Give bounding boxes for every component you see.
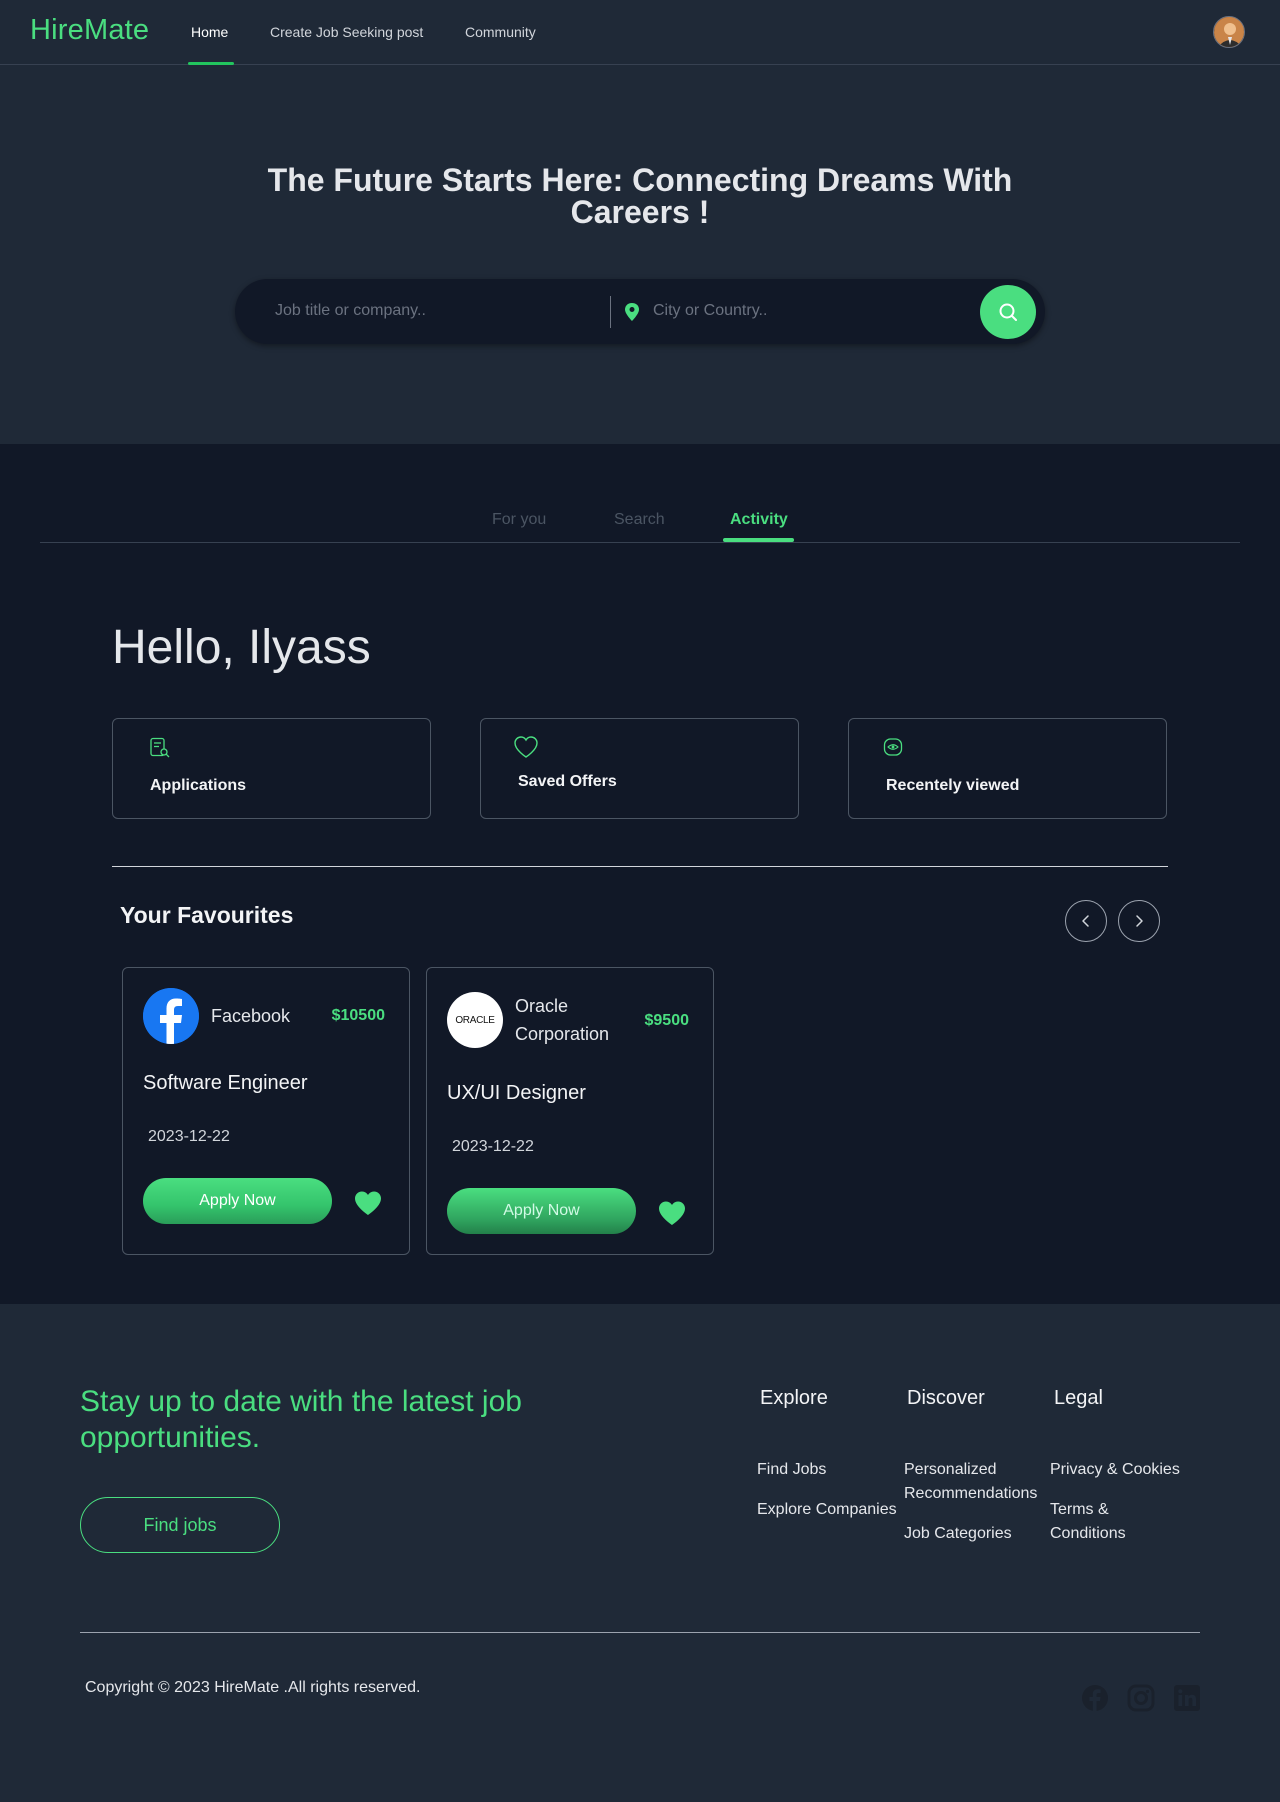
nav-link-community[interactable]: Community [465, 24, 536, 40]
applications-card[interactable]: Applications [112, 718, 431, 819]
footer: Stay up to date with the latest job oppo… [0, 1304, 1280, 1802]
eye-icon [883, 738, 903, 756]
instagram-icon[interactable] [1127, 1684, 1155, 1712]
active-tab-indicator [723, 538, 794, 542]
greeting: Hello, Ilyass [112, 621, 371, 674]
company-name: Facebook [211, 1006, 291, 1026]
tab-activity[interactable]: Activity [730, 511, 788, 529]
footer-link-find-jobs[interactable]: Find Jobs [757, 1458, 907, 1482]
carousel-prev-button[interactable] [1065, 900, 1107, 942]
document-search-icon [150, 737, 170, 758]
footer-link-recommendations[interactable]: Personalized Recommendations [904, 1458, 1049, 1506]
chevron-right-icon [1136, 915, 1143, 927]
user-avatar-icon [1214, 17, 1244, 47]
apply-now-button[interactable]: Apply Now [447, 1188, 636, 1234]
active-nav-indicator [188, 62, 234, 65]
find-jobs-button[interactable]: Find jobs [80, 1497, 280, 1553]
heart-icon [514, 736, 538, 758]
nav-link-home[interactable]: Home [191, 24, 228, 40]
footer-link-job-categories[interactable]: Job Categories [904, 1522, 1054, 1546]
search-button[interactable] [980, 285, 1036, 339]
tabs-divider [40, 542, 1240, 543]
favorite-heart-icon[interactable] [657, 1199, 687, 1227]
facebook-logo-icon [143, 988, 199, 1044]
job-date: 2023-12-22 [452, 1138, 534, 1155]
copyright: Copyright © 2023 HireMate .All rights re… [85, 1679, 421, 1696]
footer-heading-discover: Discover [907, 1387, 985, 1409]
footer-link-explore-companies[interactable]: Explore Companies [757, 1498, 907, 1522]
carousel-next-button[interactable] [1118, 900, 1160, 942]
footer-divider [80, 1632, 1200, 1633]
oracle-logo: ORACLE [447, 992, 503, 1048]
hero-section: The Future Starts Here: Connecting Dream… [0, 66, 1280, 444]
section-divider [112, 866, 1168, 867]
company-name: Oracle Corporation [515, 996, 610, 1044]
map-pin-icon [625, 303, 639, 321]
recently-viewed-label: Recentely viewed [886, 777, 1020, 794]
facebook-logo [143, 988, 199, 1044]
top-navbar: HireMate Home Create Job Seeking post Co… [0, 0, 1280, 65]
logo[interactable]: HireMate [30, 14, 149, 47]
footer-link-privacy[interactable]: Privacy & Cookies [1050, 1458, 1200, 1482]
linkedin-icon[interactable] [1173, 1684, 1201, 1712]
search-bar [235, 279, 1045, 344]
saved-offers-card[interactable]: Saved Offers [480, 718, 799, 819]
oracle-logo-text: ORACLE [455, 1014, 495, 1026]
apply-now-button[interactable]: Apply Now [143, 1178, 332, 1224]
saved-offers-label: Saved Offers [518, 773, 617, 790]
footer-link-terms[interactable]: Terms & Conditions [1050, 1498, 1170, 1546]
nav-link-create-post[interactable]: Create Job Seeking post [270, 24, 423, 40]
chevron-left-icon [1082, 915, 1089, 927]
activity-section: For you Search Activity Hello, Ilyass Ap… [0, 444, 1280, 1304]
recently-viewed-card[interactable]: Recentely viewed [848, 718, 1167, 819]
job-title: Software Engineer [143, 1072, 308, 1094]
applications-label: Applications [150, 777, 247, 794]
job-search-input[interactable] [275, 299, 595, 323]
job-date: 2023-12-22 [148, 1128, 230, 1145]
hero-title: The Future Starts Here: Connecting Dream… [267, 162, 1013, 230]
footer-heading-legal: Legal [1054, 1387, 1103, 1409]
user-avatar[interactable] [1213, 16, 1245, 48]
footer-heading-explore: Explore [760, 1387, 828, 1409]
location-input[interactable] [653, 299, 953, 323]
search-icon [999, 303, 1017, 321]
footer-tagline: Stay up to date with the latest job oppo… [80, 1385, 522, 1454]
job-card[interactable]: Facebook $10500 Software Engineer 2023-1… [122, 967, 410, 1255]
search-divider [610, 296, 611, 328]
favourites-title: Your Favourites [120, 902, 294, 928]
tab-search[interactable]: Search [614, 511, 665, 529]
tab-for-you[interactable]: For you [492, 511, 546, 529]
job-title: UX/UI Designer [447, 1082, 586, 1104]
job-card[interactable]: ORACLE Oracle Corporation $9500 UX/UI De… [426, 967, 714, 1255]
salary: $10500 [331, 1007, 385, 1024]
salary: $9500 [644, 1012, 690, 1029]
facebook-icon[interactable] [1081, 1684, 1109, 1712]
favorite-heart-icon[interactable] [353, 1189, 383, 1217]
